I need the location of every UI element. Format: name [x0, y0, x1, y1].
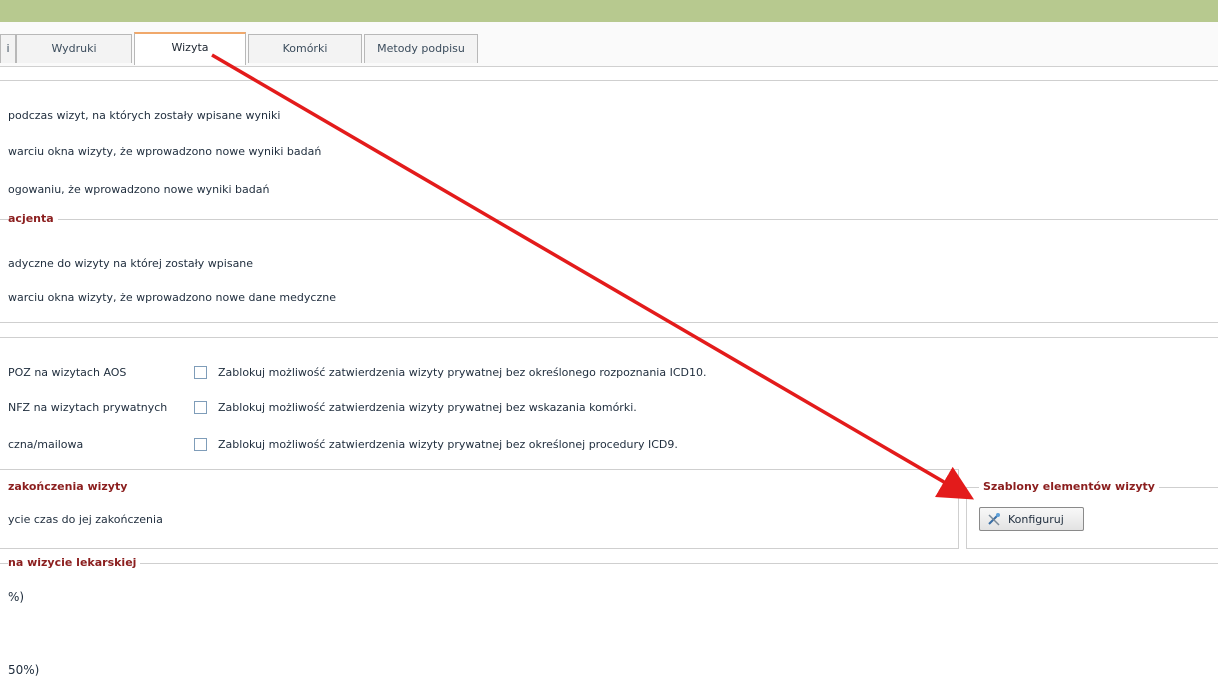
annotation-arrow — [211, 53, 975, 500]
